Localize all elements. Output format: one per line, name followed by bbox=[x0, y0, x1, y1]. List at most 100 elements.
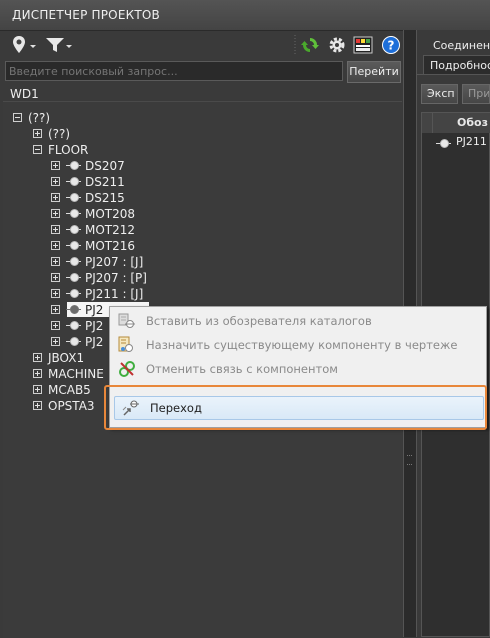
tree-item-label: PJ207 : [P] bbox=[85, 270, 147, 285]
tree-item[interactable]: MOT208 bbox=[51, 206, 135, 221]
tree-item-label: PJ2 bbox=[85, 302, 104, 317]
menu-item-insert-from-catalog[interactable]: Вставить из обозревателя каталогов bbox=[111, 309, 483, 333]
tree-item[interactable]: MOT216 bbox=[51, 238, 135, 253]
component-icon bbox=[66, 177, 81, 186]
tree-item-label: PJ2 bbox=[85, 318, 104, 333]
menu-item-label: Отменить связь с компонентом bbox=[146, 362, 338, 376]
tree-item[interactable]: PJ207 : [J] bbox=[51, 254, 143, 269]
tree-item[interactable]: PJ207 : [P] bbox=[51, 270, 147, 285]
tree-node[interactable]: MACHINE bbox=[33, 366, 104, 381]
tree-node-label: (??) bbox=[28, 110, 51, 125]
tab-divider bbox=[417, 74, 490, 75]
tree-node-floor[interactable]: FLOOR bbox=[33, 142, 88, 157]
expand-icon[interactable] bbox=[51, 305, 60, 314]
expand-icon[interactable] bbox=[33, 129, 42, 138]
menu-item-unlink[interactable]: Отменить связь с компонентом bbox=[111, 357, 483, 381]
grid-cell: PJ211 bbox=[456, 135, 487, 148]
tree-item-label: MOT208 bbox=[85, 206, 136, 221]
expand-icon[interactable] bbox=[51, 193, 60, 202]
tree-item-selected[interactable]: PJ2 bbox=[51, 302, 103, 317]
tree-item[interactable]: PJ211 : [J] bbox=[51, 286, 143, 301]
tree-node-label: OPSTA3 bbox=[48, 398, 95, 413]
tree-node-root[interactable]: (??) bbox=[13, 110, 50, 125]
tree-item[interactable]: MOT212 bbox=[51, 222, 135, 237]
tree-node[interactable]: JBOX1 bbox=[33, 350, 84, 365]
assign-component-icon bbox=[115, 335, 139, 355]
tree-node-label: MACHINE bbox=[48, 366, 104, 381]
highlight-callout-frame bbox=[104, 385, 487, 430]
component-icon bbox=[66, 289, 81, 298]
tree-item[interactable]: DS211 bbox=[51, 174, 125, 189]
splitter-grip[interactable] bbox=[407, 455, 412, 465]
component-icon bbox=[432, 134, 454, 152]
filter-icon[interactable] bbox=[44, 35, 74, 55]
tree-item[interactable]: PJ2 bbox=[51, 318, 103, 333]
tab-connections[interactable]: Соединени bbox=[427, 36, 490, 55]
go-button[interactable]: Перейти bbox=[347, 61, 401, 83]
unlink-icon bbox=[115, 359, 139, 379]
tab-details[interactable]: Подробнос bbox=[423, 55, 490, 74]
tree-item[interactable]: DS215 bbox=[51, 190, 125, 205]
component-icon bbox=[66, 337, 81, 346]
tree-item-label: MOT212 bbox=[85, 222, 136, 237]
collapse-icon[interactable] bbox=[33, 145, 42, 154]
insert-catalog-icon bbox=[115, 311, 139, 331]
svg-text:?: ? bbox=[388, 39, 395, 53]
window-title: ДИСПЕТЧЕР ПРОЕКТОВ bbox=[12, 8, 160, 22]
tree-node[interactable]: MCAB5 bbox=[33, 382, 91, 397]
expand-icon[interactable] bbox=[51, 225, 60, 234]
palette-icon[interactable] bbox=[352, 35, 374, 55]
component-icon bbox=[66, 209, 81, 218]
expand-icon[interactable] bbox=[51, 257, 60, 266]
tree-node-label: JBOX1 bbox=[48, 350, 85, 365]
component-icon bbox=[66, 257, 81, 266]
project-name: WD1 bbox=[10, 87, 39, 101]
expand-icon[interactable] bbox=[51, 209, 60, 218]
export-button[interactable]: Эксп bbox=[421, 84, 458, 104]
grid-corner bbox=[422, 113, 433, 133]
expand-icon[interactable] bbox=[33, 369, 42, 378]
search-input[interactable] bbox=[5, 61, 343, 81]
component-icon bbox=[66, 225, 81, 234]
collapse-icon[interactable] bbox=[13, 113, 22, 122]
tree-node-label: MCAB5 bbox=[48, 382, 91, 397]
component-icon bbox=[66, 241, 81, 250]
expand-icon[interactable] bbox=[51, 177, 60, 186]
tree-node[interactable]: OPSTA3 bbox=[33, 398, 95, 413]
component-icon bbox=[66, 193, 81, 202]
toolbar-divider bbox=[293, 35, 297, 55]
column-header[interactable]: Обоз bbox=[433, 113, 490, 133]
gear-icon[interactable] bbox=[326, 35, 348, 55]
expand-icon[interactable] bbox=[51, 161, 60, 170]
expand-icon[interactable] bbox=[33, 401, 42, 410]
tree-item-label: PJ211 : [J] bbox=[85, 286, 144, 301]
tree-node-label: (??) bbox=[48, 126, 71, 141]
apply-button[interactable]: При bbox=[462, 84, 490, 104]
tree-item-label: PJ207 : [J] bbox=[85, 254, 144, 269]
expand-icon[interactable] bbox=[33, 353, 42, 362]
help-icon[interactable]: ? bbox=[380, 35, 402, 55]
menu-item-label: Вставить из обозревателя каталогов bbox=[146, 314, 372, 328]
tree-item-label: MOT216 bbox=[85, 238, 136, 253]
expand-icon[interactable] bbox=[51, 337, 60, 346]
tree-item-label: DS215 bbox=[85, 190, 125, 205]
tree-item-label: DS211 bbox=[85, 174, 125, 189]
refresh-icon[interactable] bbox=[299, 35, 321, 55]
tree-item-label: DS207 bbox=[85, 158, 125, 173]
menu-item-label: Назначить существующему компоненту в чер… bbox=[146, 338, 458, 352]
expand-icon[interactable] bbox=[51, 289, 60, 298]
toolbar: ? bbox=[0, 31, 403, 59]
location-pin-icon[interactable] bbox=[10, 35, 38, 55]
tree-item[interactable]: DS207 bbox=[51, 158, 125, 173]
tree-node-label: FLOOR bbox=[48, 142, 89, 157]
expand-icon[interactable] bbox=[51, 273, 60, 282]
expand-icon[interactable] bbox=[33, 385, 42, 394]
menu-item-assign-existing[interactable]: Назначить существующему компоненту в чер… bbox=[111, 333, 483, 357]
component-icon bbox=[66, 273, 81, 282]
expand-icon[interactable] bbox=[51, 321, 60, 330]
expand-icon[interactable] bbox=[51, 241, 60, 250]
tree-item-label: PJ2 bbox=[85, 334, 104, 349]
tree-item[interactable]: PJ2 bbox=[51, 334, 103, 349]
component-icon bbox=[66, 321, 81, 330]
tree-node-unknown[interactable]: (??) bbox=[33, 126, 70, 141]
